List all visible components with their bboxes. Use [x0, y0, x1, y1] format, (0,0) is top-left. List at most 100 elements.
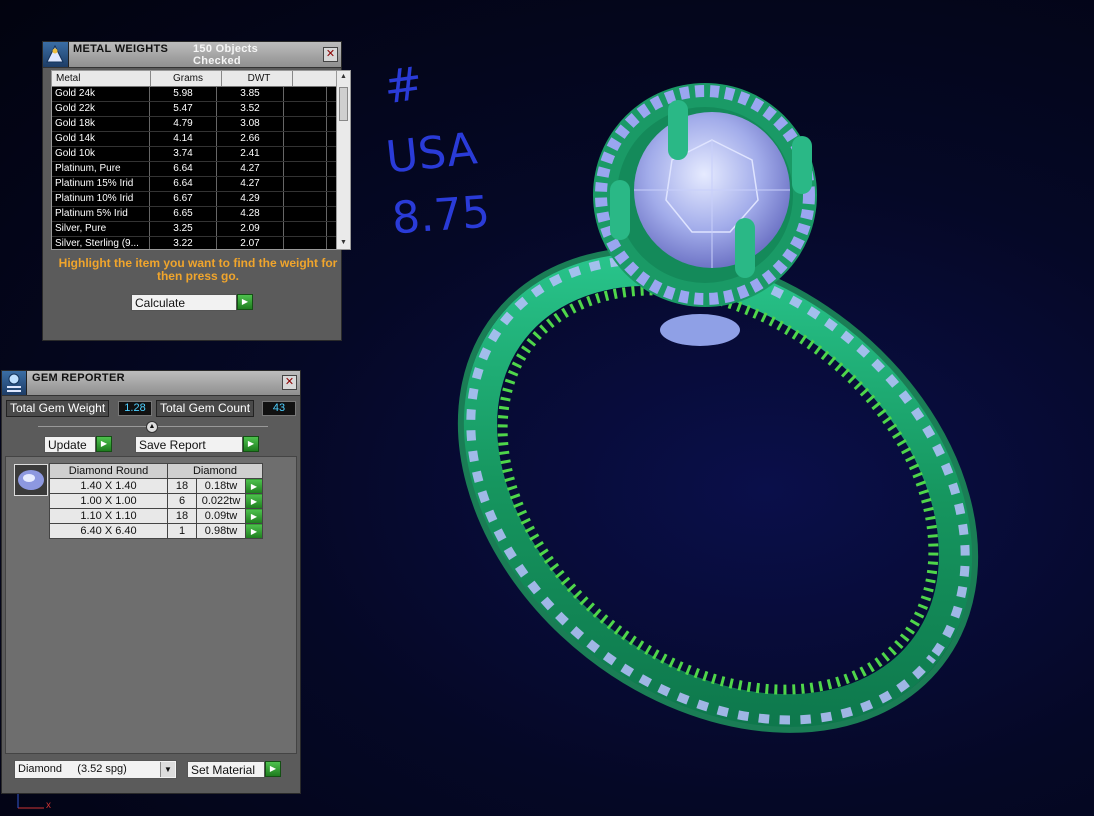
metal-grams: 5.47 — [150, 102, 217, 116]
gem-row[interactable]: 1.10 X 1.10 18 0.09tw ▶ — [49, 508, 263, 524]
note-country: USA — [383, 123, 480, 184]
metal-table-scrollbar[interactable]: ▲ ▼ — [336, 71, 350, 249]
metal-dwt: 2.09 — [217, 222, 284, 236]
metal-grams: 6.64 — [150, 162, 217, 176]
gem-count: 18 — [167, 478, 197, 494]
set-material-go-button[interactable]: ▶ — [265, 761, 281, 777]
scroll-up-icon[interactable]: ▲ — [337, 71, 350, 83]
axis-x-label: x — [46, 800, 51, 811]
table-row[interactable]: Gold 22k 5.47 3.52 — [52, 102, 350, 117]
metal-grams: 6.67 — [150, 192, 217, 206]
metal-weights-hint: Highlight the item you want to find the … — [58, 256, 338, 283]
table-row[interactable]: Platinum 15% Irid 6.64 4.27 — [52, 177, 350, 192]
table-row[interactable]: Platinum, Pure 6.64 4.27 — [52, 162, 350, 177]
column-empty — [293, 71, 340, 86]
metal-dwt: 3.85 — [217, 87, 284, 101]
total-gem-weight-label: Total Gem Weight — [6, 400, 110, 417]
gem-shape-header: Diamond Round — [49, 463, 168, 479]
material-select[interactable]: Diamond (3.52 spg) ▼ — [14, 760, 177, 779]
metal-name: Platinum 15% Irid — [52, 177, 150, 191]
metal-weights-table[interactable]: Metal Grams DWT Gold 24k 5.98 3.85 Gold 22k… — [51, 70, 351, 250]
update-button[interactable]: Update — [44, 436, 96, 453]
metal-name: Gold 18k — [52, 117, 150, 131]
metal-extra — [284, 87, 327, 101]
metal-name: Gold 24k — [52, 87, 150, 101]
metal-name: Gold 14k — [52, 132, 150, 146]
metal-name: Silver, Sterling (9... — [52, 237, 150, 249]
gem-reporter-app-icon — [2, 371, 27, 395]
gem-row[interactable]: 1.00 X 1.00 6 0.022tw ▶ — [49, 493, 263, 509]
metal-weights-panel: METAL WEIGHTS 150 Objects Checked ✕ Meta… — [42, 41, 351, 341]
save-report-button[interactable]: Save Report — [135, 436, 243, 453]
gem-list-area: Diamond Round Diamond 1.40 X 1.40 18 0.18t… — [5, 456, 297, 754]
metal-extra — [284, 117, 327, 131]
gem-reporter-title: GEM REPORTER — [32, 372, 125, 384]
axis-indicator — [17, 792, 44, 809]
metal-extra — [284, 147, 327, 161]
table-row[interactable]: Platinum 5% Irid 6.65 4.28 — [52, 207, 350, 222]
metal-grams: 4.14 — [150, 132, 217, 146]
column-dwt[interactable]: DWT — [222, 71, 293, 86]
metal-dwt: 4.29 — [217, 192, 284, 206]
gem-row-go-button[interactable]: ▶ — [245, 508, 263, 524]
collapse-icon[interactable]: ▲ — [146, 421, 158, 433]
scroll-thumb[interactable] — [339, 87, 348, 121]
gem-row[interactable]: 1.40 X 1.40 18 0.18tw ▶ — [49, 478, 263, 494]
gem-material-header: Diamond — [167, 463, 263, 479]
metal-dwt: 2.41 — [217, 147, 284, 161]
metal-name: Platinum 5% Irid — [52, 207, 150, 221]
metal-name: Platinum, Pure — [52, 162, 150, 176]
material-select-value: Diamond (3.52 spg) — [18, 763, 127, 775]
metal-grams: 3.25 — [150, 222, 217, 236]
chevron-down-icon[interactable]: ▼ — [160, 762, 175, 777]
metal-dwt: 2.66 — [217, 132, 284, 146]
metal-grams: 4.79 — [150, 117, 217, 131]
gem-row-go-button[interactable]: ▶ — [245, 523, 263, 539]
note-size: 8.75 — [390, 186, 492, 245]
gem-weight: 0.022tw — [196, 493, 246, 509]
metal-dwt: 4.27 — [217, 177, 284, 191]
column-grams[interactable]: Grams — [151, 71, 222, 86]
table-row[interactable]: Silver, Pure 3.25 2.09 — [52, 222, 350, 237]
metal-name: Gold 22k — [52, 102, 150, 116]
scroll-down-icon[interactable]: ▼ — [337, 237, 350, 249]
metal-extra — [284, 207, 327, 221]
metal-weights-titlebar[interactable]: METAL WEIGHTS 150 Objects Checked ✕ — [43, 42, 341, 68]
total-gem-weight-value: 1.28 — [118, 401, 152, 416]
table-row[interactable]: Gold 14k 4.14 2.66 — [52, 132, 350, 147]
metal-dwt: 3.52 — [217, 102, 284, 116]
column-metal[interactable]: Metal — [52, 71, 151, 86]
metal-extra — [284, 177, 327, 191]
table-row[interactable]: Gold 10k 3.74 2.41 — [52, 147, 350, 162]
gem-row-go-button[interactable]: ▶ — [245, 478, 263, 494]
calculate-select[interactable]: Calculate — [131, 294, 237, 311]
gem-row[interactable]: 6.40 X 6.40 1 0.98tw ▶ — [49, 523, 263, 539]
metal-extra — [284, 102, 327, 116]
gem-reporter-close-button[interactable]: ✕ — [282, 375, 297, 390]
metal-table-body: Gold 24k 5.98 3.85 Gold 22k 5.47 3.52 Gold 18k… — [52, 87, 350, 249]
table-row[interactable]: Gold 24k 5.98 3.85 — [52, 87, 350, 102]
set-material-button[interactable]: Set Material — [187, 761, 265, 778]
metal-name: Platinum 10% Irid — [52, 192, 150, 206]
metal-name: Gold 10k — [52, 147, 150, 161]
total-gem-count-value: 43 — [262, 401, 296, 416]
calculate-go-button[interactable]: ▶ — [237, 294, 253, 310]
save-report-go-button[interactable]: ▶ — [243, 436, 259, 452]
update-go-button[interactable]: ▶ — [96, 436, 112, 452]
gem-weight: 0.09tw — [196, 508, 246, 524]
metal-grams: 3.22 — [150, 237, 217, 249]
metal-extra — [284, 132, 327, 146]
gem-weight: 0.98tw — [196, 523, 246, 539]
table-row[interactable]: Platinum 10% Irid 6.67 4.29 — [52, 192, 350, 207]
metal-dwt: 4.27 — [217, 162, 284, 176]
table-row[interactable]: Silver, Sterling (9... 3.22 2.07 — [52, 237, 350, 249]
gem-row-go-button[interactable]: ▶ — [245, 493, 263, 509]
note-hash: # — [380, 55, 427, 115]
gem-size: 6.40 X 6.40 — [49, 523, 168, 539]
table-row[interactable]: Gold 18k 4.79 3.08 — [52, 117, 350, 132]
metal-weights-close-button[interactable]: ✕ — [323, 47, 338, 62]
metal-extra — [284, 192, 327, 206]
gem-reporter-titlebar[interactable]: GEM REPORTER ✕ — [2, 371, 300, 396]
gem-size: 1.00 X 1.00 — [49, 493, 168, 509]
metal-dwt: 4.28 — [217, 207, 284, 221]
